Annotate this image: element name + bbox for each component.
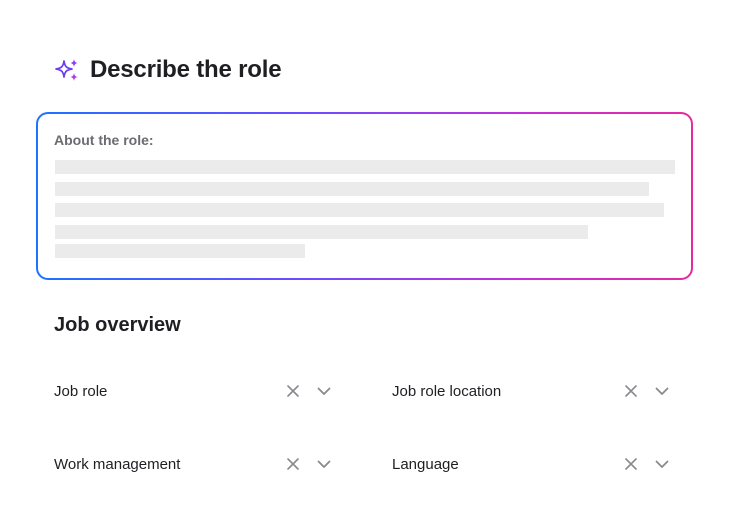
close-icon[interactable] — [623, 456, 639, 472]
about-role-label: About the role: — [54, 132, 154, 148]
sparkle-icon — [54, 57, 80, 83]
placeholder-line — [55, 203, 664, 217]
job-overview-heading: Job overview — [54, 314, 181, 336]
job-role-label: Job role — [54, 382, 108, 400]
about-role-textarea[interactable]: About the role: — [36, 112, 693, 280]
placeholder-line — [55, 244, 305, 258]
chevron-down-icon[interactable] — [654, 383, 670, 399]
page-header: Describe the role — [54, 56, 282, 84]
page-title: Describe the role — [90, 56, 282, 83]
placeholder-line — [55, 160, 675, 174]
chevron-down-icon[interactable] — [654, 456, 670, 472]
placeholder-line — [55, 182, 649, 196]
close-icon[interactable] — [623, 383, 639, 399]
job-role-location-select[interactable]: Job role location — [392, 379, 670, 403]
language-select[interactable]: Language — [392, 452, 670, 476]
work-management-label: Work management — [54, 455, 181, 473]
chevron-down-icon[interactable] — [316, 456, 332, 472]
job-role-select[interactable]: Job role — [54, 379, 332, 403]
job-role-location-label: Job role location — [392, 382, 502, 400]
close-icon[interactable] — [285, 456, 301, 472]
close-icon[interactable] — [285, 383, 301, 399]
chevron-down-icon[interactable] — [316, 383, 332, 399]
placeholder-line — [55, 225, 588, 239]
language-label: Language — [392, 455, 459, 473]
work-management-select[interactable]: Work management — [54, 452, 332, 476]
